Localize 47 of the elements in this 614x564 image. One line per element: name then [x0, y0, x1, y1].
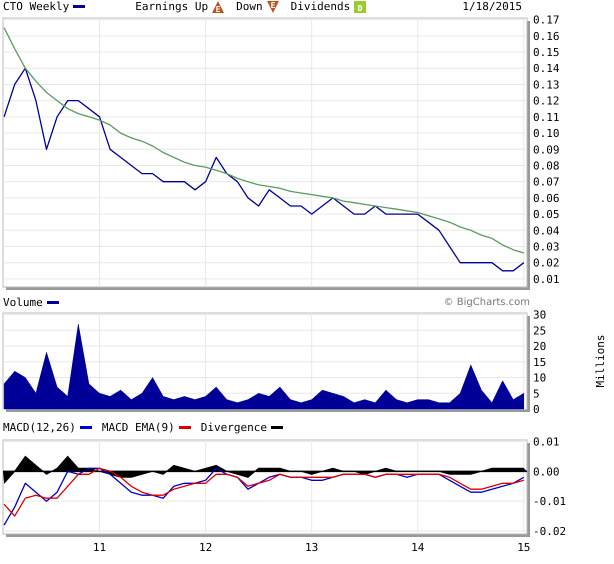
y-axis-label: 0	[533, 403, 540, 416]
legend-label: MACD EMA(9)	[102, 421, 175, 434]
y-axis-label: -0.02	[533, 525, 566, 538]
earnings-down-marker: E	[266, 0, 279, 12]
y-axis-label: 0.05	[533, 208, 560, 222]
y-axis-label: 0.00	[533, 465, 560, 478]
y-axis-label: 0.09	[533, 143, 560, 156]
legend-label: Earnings Up	[135, 0, 208, 13]
y-axis-label: 0.07	[533, 176, 560, 189]
y-axis-label: -0.01	[533, 495, 566, 508]
y-axis-label: 0.13	[533, 78, 560, 92]
y-axis-label: 0.11	[533, 110, 560, 124]
y-axis-label: 0.04	[533, 224, 560, 238]
legend-label: Dividends	[290, 0, 350, 13]
y-axis-label: 0.16	[533, 30, 560, 43]
y-axis-label: 5	[533, 387, 540, 400]
legend-label: Down	[236, 0, 263, 13]
y-axis-label: 0.12	[533, 94, 560, 108]
x-axis-label: 15	[517, 541, 530, 554]
y-axis-label: 0.15	[533, 46, 560, 60]
earnings-up-marker: E	[212, 0, 224, 12]
y-axis-label: 15	[533, 356, 546, 369]
x-axis-label: 13	[305, 541, 318, 554]
x-axis-label: 12	[198, 541, 212, 554]
legend-label: CTO Weekly	[3, 0, 70, 13]
x-axis-label: 14	[411, 541, 424, 554]
chart-date: 1/18/2015	[462, 0, 522, 13]
y-axis-label: 25	[533, 324, 546, 338]
y-axis-label: 0.06	[533, 192, 560, 205]
legend-label: Volume	[3, 296, 43, 309]
y-axis-label: 0.03	[533, 240, 560, 254]
y-axis-label: 0.14	[533, 62, 560, 76]
y-axis-label: 0.17	[533, 14, 560, 27]
x-axis-label: 11	[92, 541, 106, 554]
legend-label: MACD(12,26)	[3, 421, 76, 434]
credit-text: © BigCharts.com	[444, 297, 530, 308]
y-axis-label: 0.02	[533, 256, 560, 270]
y-axis-label: 0.08	[533, 159, 560, 172]
dividend-marker: D	[354, 0, 366, 12]
y-axis-label: 30	[533, 308, 546, 322]
y-axis-label: 0.01	[533, 272, 560, 286]
y-axis-label: 0.01	[533, 436, 560, 448]
legend-label: Divergence	[200, 421, 267, 434]
y-axis-label: 0.10	[533, 127, 560, 140]
y-axis-label: 10	[533, 372, 546, 385]
axis-title: Millions	[594, 334, 607, 388]
y-axis-label: 20	[533, 340, 546, 354]
